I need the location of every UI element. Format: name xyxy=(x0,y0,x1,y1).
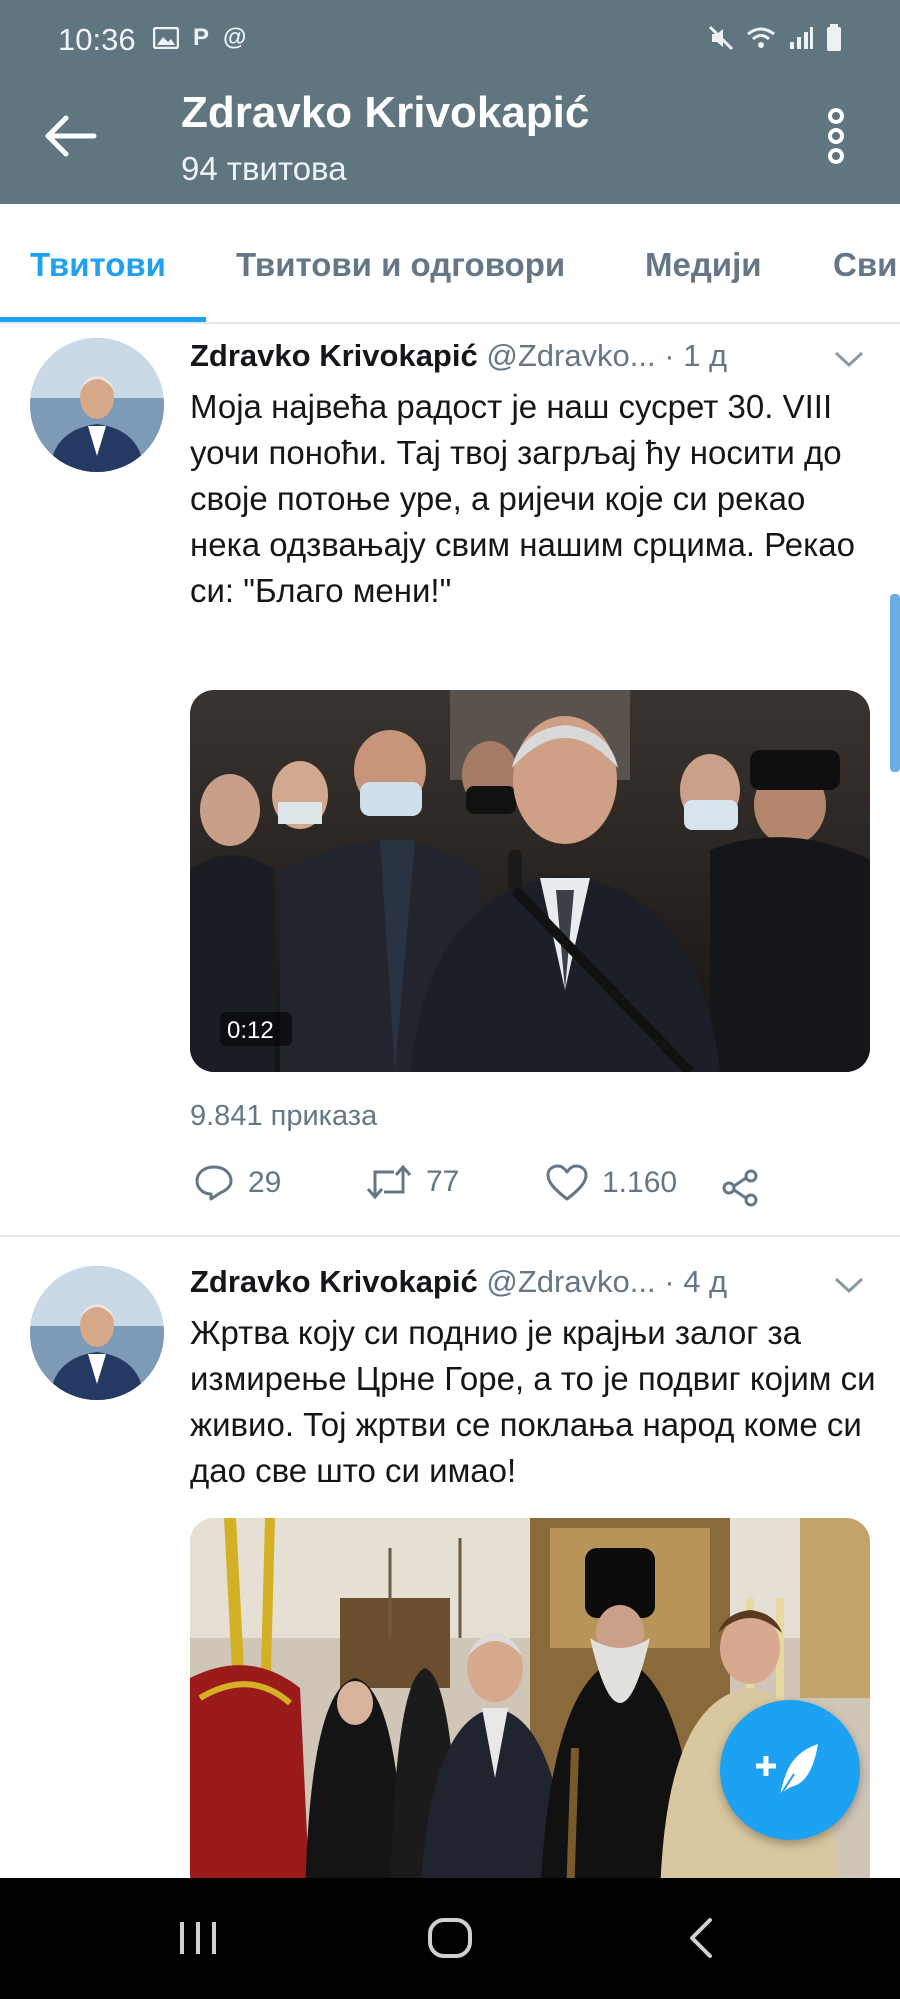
heart-icon xyxy=(546,1164,588,1201)
status-time: 10:36 xyxy=(58,22,136,57)
tweet-header: Zdravko Krivokapić @Zdravko... · 1 д xyxy=(190,338,727,374)
like-count: 1.160 xyxy=(602,1166,678,1199)
video-duration: 0:12 xyxy=(227,1017,274,1044)
at-icon: @ xyxy=(223,24,247,51)
overflow-menu-icon[interactable] xyxy=(816,106,856,166)
view-count: 9.841 приказа xyxy=(190,1100,378,1132)
back-arrow-icon[interactable] xyxy=(40,110,102,162)
tweet-video[interactable]: 0:12 xyxy=(190,690,870,1072)
tweet-header: Zdravko Krivokapić @Zdravko... · 4 д xyxy=(190,1264,727,1300)
retweet-count: 77 xyxy=(426,1165,460,1198)
p-icon: P xyxy=(193,24,210,51)
tweet-text: Жртва коју си поднио је крајњи залог за … xyxy=(190,1314,876,1489)
share-icon[interactable] xyxy=(720,1168,760,1208)
compose-tweet-button[interactable] xyxy=(720,1700,860,1840)
home-icon[interactable] xyxy=(420,1908,480,1968)
profile-name-title: Zdravko Krivokapić xyxy=(181,88,590,137)
recent-apps-icon[interactable] xyxy=(168,1908,228,1968)
app-bar: 10:36 P @ Zdravko Krivokapić 94 твитова xyxy=(0,0,900,204)
system-nav-bar xyxy=(0,1878,900,1999)
active-tab-indicator xyxy=(0,317,206,322)
status-left-icons: P @ xyxy=(153,24,246,52)
status-right-icons xyxy=(708,24,842,52)
tweet-time: · 4 д xyxy=(664,1264,728,1299)
back-icon[interactable] xyxy=(672,1908,732,1968)
scrollbar-thumb[interactable] xyxy=(890,594,900,772)
author-handle[interactable]: @Zdravko... xyxy=(486,1264,655,1299)
tweet-count: 94 твитова xyxy=(181,150,347,187)
tweet-divider xyxy=(0,1235,900,1237)
status-bar: 10:36 P @ xyxy=(0,0,900,84)
author-name[interactable]: Zdravko Krivokapić xyxy=(190,338,478,373)
retweet-button[interactable]: 77 xyxy=(366,1164,459,1200)
gallery-icon xyxy=(153,27,179,49)
tab-likes[interactable]: Сви xyxy=(833,246,897,284)
tab-media[interactable]: Медији xyxy=(645,246,762,284)
author-name[interactable]: Zdravko Krivokapić xyxy=(190,1264,478,1299)
like-button[interactable]: 1.160 xyxy=(546,1164,677,1202)
tweet-1[interactable]: Zdravko Krivokapić @Zdravko... · 1 д Мој… xyxy=(0,324,900,1234)
profile-tabs: Твитови Твитови и одговори Медији Сви xyxy=(0,204,900,324)
reply-icon xyxy=(195,1165,233,1201)
wifi-icon xyxy=(747,27,775,48)
chevron-down-icon[interactable] xyxy=(832,348,866,370)
retweet-icon xyxy=(366,1164,412,1200)
signal-icon xyxy=(790,27,813,49)
compose-quill-icon xyxy=(756,1744,818,1797)
reply-button[interactable]: 29 xyxy=(194,1164,281,1202)
author-handle[interactable]: @Zdravko... xyxy=(486,338,655,373)
tab-tweets[interactable]: Твитови xyxy=(30,246,166,284)
battery-icon xyxy=(827,24,841,51)
avatar[interactable] xyxy=(30,338,164,472)
avatar[interactable] xyxy=(30,1266,164,1400)
tweet-text: Моја највећа радост је наш сусрет 30. VI… xyxy=(190,388,855,609)
reply-count: 29 xyxy=(248,1166,282,1199)
tweet-time: · 1 д xyxy=(664,338,728,373)
chevron-down-icon[interactable] xyxy=(832,1274,866,1296)
tweet-actions: 29 77 1.160 xyxy=(190,1164,830,1214)
tab-tweets-and-replies[interactable]: Твитови и одговори xyxy=(236,246,565,284)
mute-icon xyxy=(708,25,734,51)
